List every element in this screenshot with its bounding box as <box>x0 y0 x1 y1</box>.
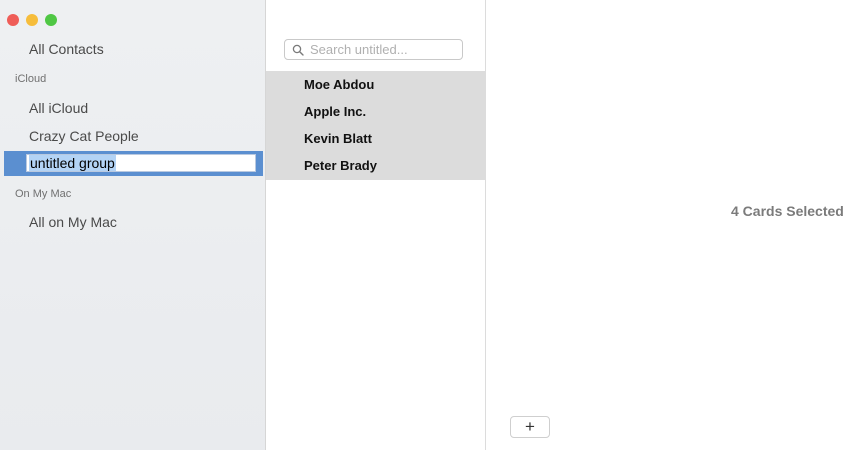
contact-row-apple-inc[interactable]: Apple Inc. <box>266 98 485 125</box>
selection-status: 4 Cards Selected <box>731 203 844 219</box>
contact-row-peter-brady[interactable]: Peter Brady <box>266 152 485 179</box>
sidebar-item-all-contacts[interactable]: All Contacts <box>29 41 104 57</box>
sidebar-item-all-icloud[interactable]: All iCloud <box>29 100 88 116</box>
detail-pane: 4 Cards Selected + <box>486 0 867 450</box>
sidebar-section-on-my-mac: On My Mac <box>15 188 72 200</box>
close-button[interactable] <box>7 14 19 26</box>
sidebar: All Contacts iCloud All iCloud Crazy Cat… <box>0 0 266 450</box>
group-name-text: untitled group <box>29 155 116 171</box>
sidebar-section-icloud: iCloud <box>15 73 47 85</box>
add-button[interactable]: + <box>510 416 550 438</box>
minimize-button[interactable] <box>26 14 38 26</box>
window-controls <box>7 14 57 26</box>
contact-row-moe-abdou[interactable]: Moe Abdou <box>266 71 485 98</box>
sidebar-item-all-on-my-mac[interactable]: All on My Mac <box>29 214 117 230</box>
search-icon <box>290 42 306 58</box>
sidebar-item-untitled-group[interactable]: untitled group <box>4 151 263 176</box>
contacts-window: All Contacts iCloud All iCloud Crazy Cat… <box>0 0 867 450</box>
contact-row-kevin-blatt[interactable]: Kevin Blatt <box>266 125 485 152</box>
zoom-button[interactable] <box>45 14 57 26</box>
sidebar-item-crazy-cat-people[interactable]: Crazy Cat People <box>29 128 139 144</box>
contact-list-pane: Moe Abdou Apple Inc. Kevin Blatt Peter B… <box>266 0 486 450</box>
search-field[interactable] <box>284 39 463 60</box>
search-input[interactable] <box>306 42 460 57</box>
group-name-field[interactable]: untitled group <box>26 154 256 172</box>
contact-list: Moe Abdou Apple Inc. Kevin Blatt Peter B… <box>266 71 485 180</box>
